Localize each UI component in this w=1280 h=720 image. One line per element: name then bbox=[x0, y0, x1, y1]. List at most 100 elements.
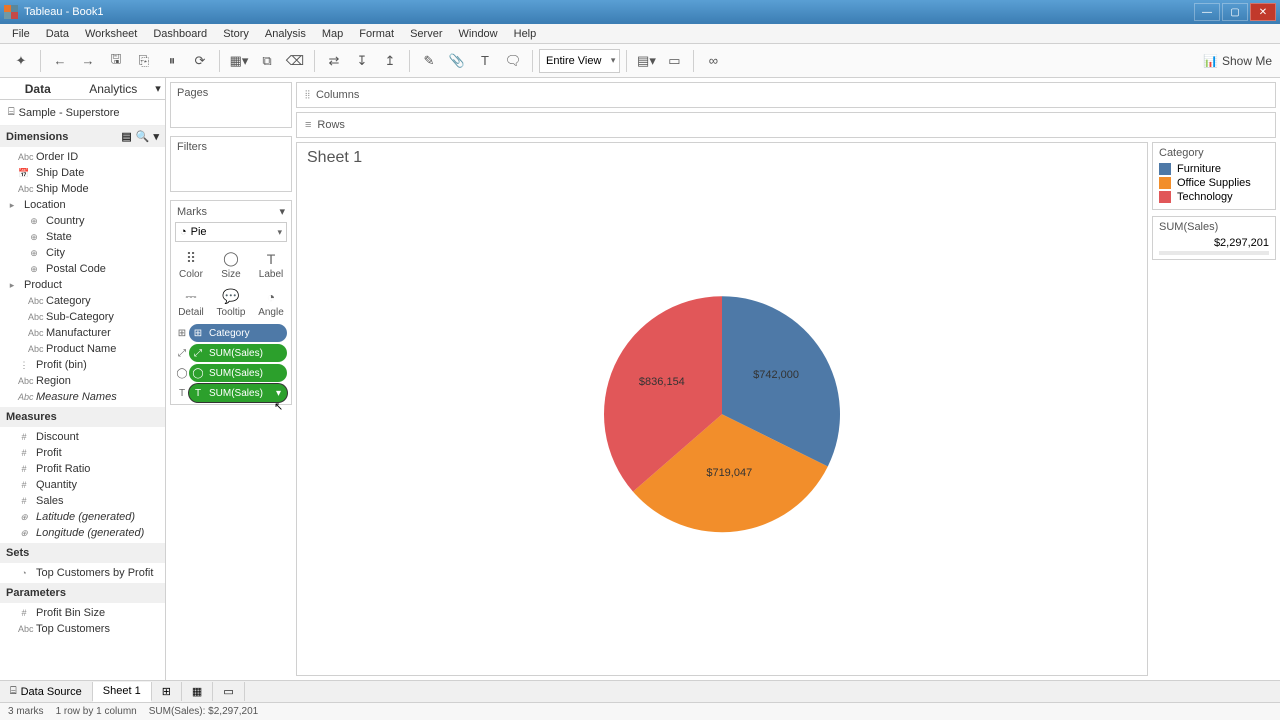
pause-auto-button[interactable]: ⏸ bbox=[159, 48, 185, 74]
clear-button[interactable]: ⌫ bbox=[282, 48, 308, 74]
color-legend[interactable]: Category FurnitureOffice SuppliesTechnol… bbox=[1152, 142, 1276, 210]
tab-sheet1[interactable]: Sheet 1 bbox=[93, 682, 152, 702]
mark-type-select[interactable]: ◔ Pie bbox=[175, 222, 287, 242]
parameter-field[interactable]: #Profit Bin Size bbox=[0, 605, 165, 621]
legend-item[interactable]: Office Supplies bbox=[1159, 177, 1269, 189]
rows-shelf[interactable]: ≡Rows bbox=[296, 112, 1276, 138]
mark-label-button[interactable]: TLabel bbox=[251, 246, 291, 284]
sheet-tabstrip: ⌸Data Source Sheet 1 ⊞ ▦ ▭ bbox=[0, 680, 1280, 702]
pill-sum-sales-[interactable]: TSUM(Sales)▾ bbox=[189, 384, 287, 402]
dimension-field[interactable]: ⊕City bbox=[0, 245, 165, 261]
minimize-button[interactable]: — bbox=[1194, 3, 1220, 21]
dimension-field[interactable]: ▸Product bbox=[0, 277, 165, 293]
parameter-field[interactable]: AbcTop Customers bbox=[0, 621, 165, 637]
view-as-icon[interactable]: ▤ bbox=[121, 130, 131, 143]
menu-analysis[interactable]: Analysis bbox=[257, 26, 314, 42]
close-button[interactable]: ✕ bbox=[1250, 3, 1276, 21]
duplicate-button[interactable]: ⧉ bbox=[254, 48, 280, 74]
show-caption-button[interactable]: ▤▾ bbox=[633, 48, 659, 74]
dimension-field[interactable]: AbcSub-Category bbox=[0, 309, 165, 325]
new-worksheet-button[interactable]: ▦▾ bbox=[226, 48, 252, 74]
measure-field[interactable]: ⊕Longitude (generated) bbox=[0, 525, 165, 541]
menu-worksheet[interactable]: Worksheet bbox=[77, 26, 145, 42]
mark-angle-button[interactable]: ◔Angle bbox=[251, 284, 291, 322]
redo-button[interactable]: → bbox=[75, 48, 101, 74]
group-button[interactable]: 📎 bbox=[444, 48, 470, 74]
pane-menu-icon[interactable]: ▾ bbox=[153, 130, 159, 143]
menu-data[interactable]: Data bbox=[38, 26, 77, 42]
marklabel-button[interactable]: 🗨 bbox=[500, 48, 526, 74]
sort-desc-button[interactable]: ↥ bbox=[377, 48, 403, 74]
columns-shelf[interactable]: ⦙⦙Columns bbox=[296, 82, 1276, 108]
dimension-field[interactable]: AbcMeasure Names bbox=[0, 389, 165, 405]
measure-field[interactable]: #Discount bbox=[0, 429, 165, 445]
tab-datasource[interactable]: ⌸Data Source bbox=[0, 682, 93, 701]
menu-help[interactable]: Help bbox=[506, 26, 545, 42]
menu-server[interactable]: Server bbox=[402, 26, 450, 42]
view-mode-select[interactable]: Entire View bbox=[539, 49, 620, 73]
datapane-menu-icon[interactable]: ▾ bbox=[151, 78, 165, 99]
menu-file[interactable]: File bbox=[4, 26, 38, 42]
dimension-field[interactable]: ⊕State bbox=[0, 229, 165, 245]
sum-legend[interactable]: SUM(Sales) $2,297,201 bbox=[1152, 216, 1276, 260]
tab-analytics[interactable]: Analytics bbox=[76, 78, 152, 99]
dimension-field[interactable]: AbcProduct Name bbox=[0, 341, 165, 357]
dimension-field[interactable]: AbcRegion bbox=[0, 373, 165, 389]
totals-button[interactable]: T bbox=[472, 48, 498, 74]
dimension-field[interactable]: ▸Location bbox=[0, 197, 165, 213]
new-datasource-button[interactable]: ⎘ bbox=[131, 48, 157, 74]
set-field[interactable]: ◔Top Customers by Profit bbox=[0, 565, 165, 581]
marks-menu-icon[interactable]: ▾ bbox=[279, 205, 285, 218]
pill-category[interactable]: ⊞Category bbox=[189, 324, 287, 342]
sort-asc-button[interactable]: ↧ bbox=[349, 48, 375, 74]
dimension-field[interactable]: AbcManufacturer bbox=[0, 325, 165, 341]
highlight-button[interactable]: ✎ bbox=[416, 48, 442, 74]
dimension-field[interactable]: 📅Ship Date bbox=[0, 165, 165, 181]
mark-color-button[interactable]: ⠿Color bbox=[171, 246, 211, 284]
viz-canvas[interactable]: Sheet 1 $742,000$719,047$836,154 bbox=[296, 142, 1148, 676]
measure-field[interactable]: #Profit bbox=[0, 445, 165, 461]
save-button[interactable]: 🖫 bbox=[103, 48, 129, 74]
legend-item[interactable]: Technology bbox=[1159, 191, 1269, 203]
swap-button[interactable]: ⇄ bbox=[321, 48, 347, 74]
show-me-icon: 📊 bbox=[1203, 54, 1218, 68]
dimension-field[interactable]: AbcShip Mode bbox=[0, 181, 165, 197]
refresh-button[interactable]: ⟳ bbox=[187, 48, 213, 74]
pill-sum-sales-[interactable]: ⤢SUM(Sales) bbox=[189, 344, 287, 362]
legend-item[interactable]: Furniture bbox=[1159, 163, 1269, 175]
measure-field[interactable]: #Sales bbox=[0, 493, 165, 509]
measure-field[interactable]: #Profit Ratio bbox=[0, 461, 165, 477]
dimension-field[interactable]: ⋮Profit (bin) bbox=[0, 357, 165, 373]
dimension-field[interactable]: ⊕Country bbox=[0, 213, 165, 229]
new-story-tab[interactable]: ▭ bbox=[213, 682, 244, 701]
search-icon[interactable]: 🔍 bbox=[136, 130, 150, 143]
tooltip-icon: 💬 bbox=[222, 288, 239, 305]
dimension-field[interactable]: AbcOrder ID bbox=[0, 149, 165, 165]
mark-size-button[interactable]: ◯Size bbox=[211, 246, 251, 284]
tab-data[interactable]: Data bbox=[0, 78, 76, 99]
menu-story[interactable]: Story bbox=[215, 26, 257, 42]
presentation-button[interactable]: ▭ bbox=[661, 48, 687, 74]
new-dashboard-tab[interactable]: ▦ bbox=[182, 682, 213, 701]
maximize-button[interactable]: ▢ bbox=[1222, 3, 1248, 21]
dimension-field[interactable]: ⊕Postal Code bbox=[0, 261, 165, 277]
share-button[interactable]: ∞ bbox=[700, 48, 726, 74]
new-worksheet-tab[interactable]: ⊞ bbox=[152, 682, 182, 701]
menu-window[interactable]: Window bbox=[451, 26, 506, 42]
pages-shelf[interactable]: Pages bbox=[170, 82, 292, 128]
show-me-button[interactable]: 📊 Show Me bbox=[1203, 54, 1272, 68]
tableau-icon[interactable]: ✦ bbox=[8, 48, 34, 74]
menu-format[interactable]: Format bbox=[351, 26, 402, 42]
menu-map[interactable]: Map bbox=[314, 26, 351, 42]
datasource-row[interactable]: ⌸ Sample - Superstore bbox=[0, 100, 165, 126]
dimension-field[interactable]: AbcCategory bbox=[0, 293, 165, 309]
measure-field[interactable]: #Quantity bbox=[0, 477, 165, 493]
menu-dashboard[interactable]: Dashboard bbox=[145, 26, 215, 42]
mark-tooltip-button[interactable]: 💬Tooltip bbox=[211, 284, 251, 322]
pill-sum-sales-[interactable]: ◯SUM(Sales) bbox=[189, 364, 287, 382]
undo-button[interactable]: ← bbox=[47, 48, 73, 74]
filters-shelf[interactable]: Filters bbox=[170, 136, 292, 192]
mark-detail-button[interactable]: ⎓Detail bbox=[171, 284, 211, 322]
pill-dropdown-icon[interactable]: ▾ bbox=[276, 388, 281, 399]
measure-field[interactable]: ⊕Latitude (generated) bbox=[0, 509, 165, 525]
